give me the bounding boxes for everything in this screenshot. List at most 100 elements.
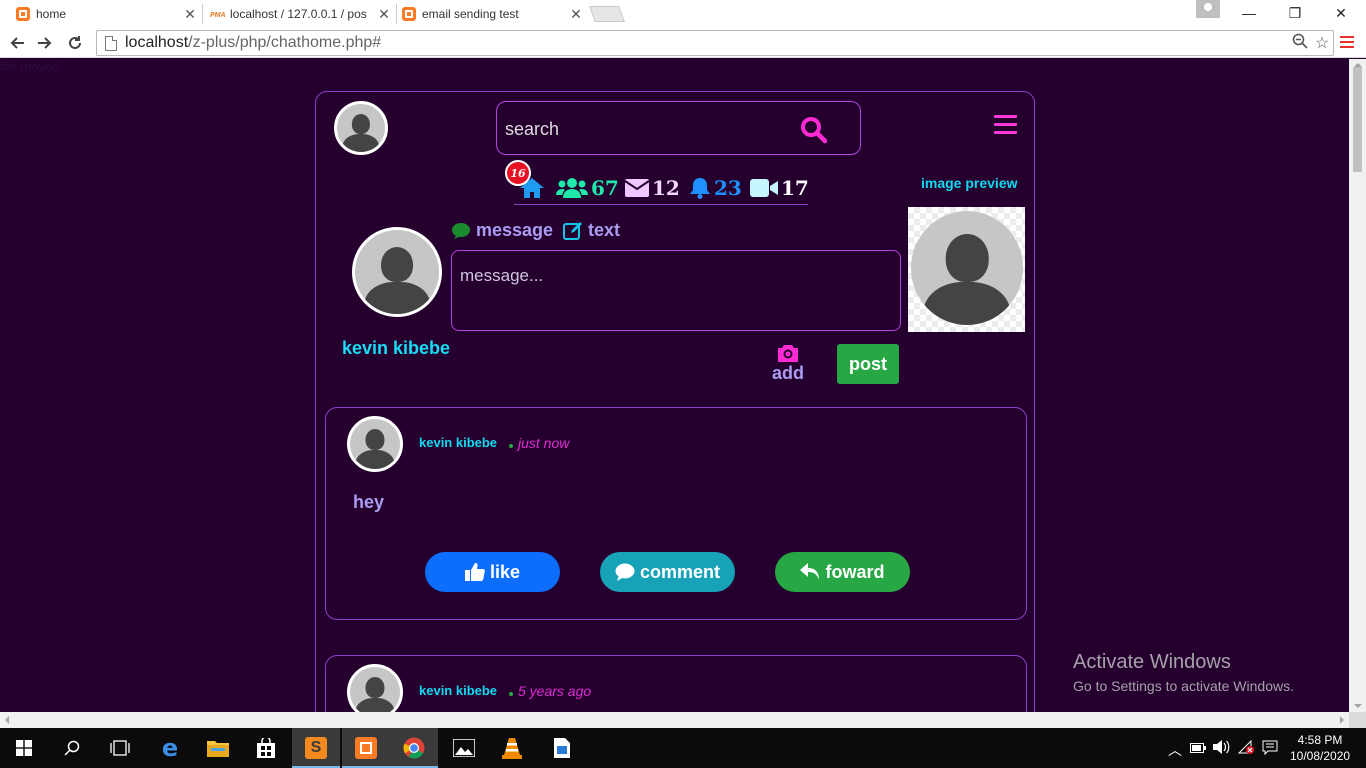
post-button[interactable]: post: [837, 344, 899, 384]
photos-taskbar-button[interactable]: [440, 728, 488, 768]
tab-title: home: [36, 7, 67, 21]
like-button[interactable]: like: [425, 552, 560, 592]
sublime-taskbar-button[interactable]: S: [292, 728, 340, 768]
folder-icon: [207, 741, 229, 757]
notifications-count: 23: [714, 176, 742, 200]
tab-phpmyadmin[interactable]: PMA localhost / 127.0.0.1 / pos ✕: [206, 2, 392, 26]
thumbs-up-icon: [464, 563, 485, 581]
friends-stat[interactable]: 67: [556, 176, 619, 200]
image-file-icon: [554, 738, 570, 758]
forward-button[interactable]: foward: [775, 552, 910, 592]
close-tab-icon[interactable]: ✕: [568, 6, 584, 23]
video-camera-icon: [750, 179, 778, 197]
tray-clock[interactable]: 4:58 PM 10/08/2020: [1290, 732, 1350, 764]
tab-message[interactable]: message: [451, 220, 553, 241]
friends-count: 67: [591, 176, 619, 200]
reload-icon[interactable]: [64, 32, 86, 54]
action-center-icon[interactable]: [1262, 740, 1278, 759]
close-tab-icon[interactable]: ✕: [182, 6, 198, 23]
page-viewport: file moved 16 67 12 23 17 image preview: [0, 59, 1349, 712]
bookmark-star-icon[interactable]: ☆: [1311, 33, 1333, 53]
edit-icon: [563, 221, 582, 240]
restore-button[interactable]: ❐: [1272, 0, 1318, 26]
videos-count: 17: [781, 176, 809, 200]
browser-menu-icon[interactable]: [1340, 36, 1354, 48]
page-icon: [105, 35, 117, 51]
post-author-avatar[interactable]: [347, 416, 403, 472]
tab-text[interactable]: text: [563, 220, 620, 241]
top-user-avatar[interactable]: [334, 101, 388, 155]
forward-icon[interactable]: [34, 32, 56, 54]
notifications-stat[interactable]: 23: [689, 176, 742, 200]
minimize-button[interactable]: —: [1226, 0, 1272, 26]
network-icon[interactable]: [1237, 739, 1256, 757]
envelope-icon: [625, 179, 649, 197]
task-view-button[interactable]: [96, 728, 144, 768]
vlc-taskbar-button[interactable]: [488, 728, 536, 768]
edge-taskbar-button[interactable]: e: [146, 728, 194, 768]
tab-home[interactable]: home ✕: [12, 2, 198, 26]
post-author-avatar[interactable]: [347, 664, 403, 712]
preview-avatar-image: [911, 211, 1023, 325]
chrome-icon: [403, 737, 425, 759]
videos-stat[interactable]: 17: [750, 176, 809, 200]
xampp-taskbar-button[interactable]: [342, 728, 390, 768]
post-author-name[interactable]: kevin kibebe: [419, 683, 497, 698]
search-icon[interactable]: [800, 116, 828, 144]
users-icon: [556, 178, 588, 198]
sublime-text-icon: S: [305, 737, 327, 759]
photos-icon: [453, 739, 475, 757]
clock-time: 4:58 PM: [1297, 733, 1343, 747]
composer-user-name[interactable]: kevin kibebe: [342, 338, 450, 359]
image-preview-box: [908, 207, 1025, 332]
start-button[interactable]: [0, 728, 48, 768]
vertical-scrollbar[interactable]: [1349, 59, 1366, 712]
camera-icon: [778, 345, 798, 362]
url-text[interactable]: localhost/z-plus/php/chathome.php#: [125, 34, 1289, 52]
address-bar[interactable]: localhost/z-plus/php/chathome.php# ☆: [96, 30, 1334, 56]
close-window-button[interactable]: ✕: [1318, 0, 1364, 26]
hamburger-menu-icon[interactable]: [994, 115, 1017, 135]
profile-icon[interactable]: [1196, 0, 1220, 18]
volume-icon[interactable]: [1213, 740, 1231, 757]
post-author-name[interactable]: kevin kibebe: [419, 435, 497, 450]
search-input[interactable]: [505, 116, 785, 142]
close-tab-icon[interactable]: ✕: [376, 6, 392, 23]
search-box: [496, 101, 861, 155]
battery-icon[interactable]: [1190, 740, 1206, 756]
document-taskbar-button[interactable]: [538, 728, 586, 768]
tab-email-sending-test[interactable]: email sending test ✕: [398, 2, 584, 26]
add-photo-button[interactable]: add: [771, 343, 805, 384]
messages-count: 12: [652, 176, 680, 200]
windows-logo-icon: [16, 740, 32, 756]
horizontal-scrollbar[interactable]: [0, 712, 1349, 728]
post-timestamp: just now: [518, 435, 570, 451]
search-taskbar-button[interactable]: [48, 728, 96, 768]
message-input[interactable]: [451, 250, 901, 331]
comment-button[interactable]: comment: [600, 552, 735, 592]
online-indicator: [509, 444, 513, 448]
browser-tab-bar: home ✕ PMA localhost / 127.0.0.1 / pos ✕…: [0, 0, 1366, 28]
image-preview-label: image preview: [921, 175, 1018, 191]
scrollbar-thumb[interactable]: [1353, 67, 1362, 172]
composer-avatar[interactable]: [352, 227, 442, 317]
home-notification-badge: 16: [505, 160, 531, 186]
phpmyadmin-icon: PMA: [210, 12, 226, 19]
xampp-icon: [402, 7, 416, 21]
bell-icon: [690, 178, 710, 199]
chrome-taskbar-button[interactable]: [390, 728, 438, 768]
file-explorer-taskbar-button[interactable]: [194, 728, 242, 768]
task-view-icon: [110, 740, 130, 756]
zoom-icon[interactable]: [1289, 33, 1311, 54]
messages-stat[interactable]: 12: [625, 176, 680, 200]
comment-icon: [615, 563, 635, 581]
tray-chevron-icon[interactable]: ︿: [1168, 740, 1182, 760]
back-icon[interactable]: [6, 32, 28, 54]
tab-title: localhost / 127.0.0.1 / pos: [230, 7, 367, 21]
new-tab-button[interactable]: [589, 6, 625, 22]
browser-toolbar: localhost/z-plus/php/chathome.php# ☆: [0, 28, 1366, 58]
store-taskbar-button[interactable]: [242, 728, 290, 768]
reply-arrow-icon: [800, 563, 820, 580]
add-label: add: [771, 363, 804, 383]
store-icon: [257, 738, 275, 758]
